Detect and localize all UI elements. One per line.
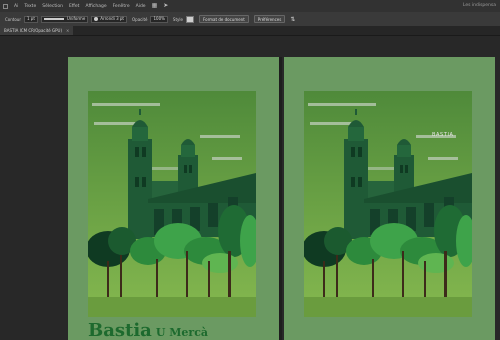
- close-tab-icon[interactable]: ×: [66, 28, 69, 33]
- stroke-weight-field[interactable]: 1 pt: [23, 15, 38, 23]
- poster-title-main: Bastia: [88, 320, 152, 340]
- style-label: Style: [172, 16, 183, 22]
- menu-item-effet[interactable]: Effet: [69, 4, 79, 9]
- menu-item-texte[interactable]: Texte: [24, 4, 36, 9]
- document-format-button[interactable]: Format de document: [198, 15, 249, 23]
- preferences-button[interactable]: Préférences: [253, 15, 286, 23]
- send-icon[interactable]: ➤: [163, 3, 168, 9]
- document-tab[interactable]: BASTIA ICM CR/Opacité GPU) ×: [0, 26, 74, 35]
- bastia-illustration-copy: [304, 91, 472, 317]
- menu-bar: Ai Texte Sélection Effet Affichage Fenêt…: [0, 0, 500, 12]
- artboard-divider: [279, 57, 282, 340]
- opacity-field[interactable]: 100%: [150, 15, 168, 23]
- artboard-2[interactable]: BASTIA: [284, 57, 495, 340]
- workspace-label[interactable]: Les indispensa: [463, 3, 496, 8]
- document-tab-label: BASTIA ICM CR/Opacité GPU): [4, 28, 63, 33]
- control-bar: Contour 1 pt Uniforme Arrondi 3 pt Opaci…: [0, 12, 500, 26]
- stroke-label: Contour: [5, 16, 21, 22]
- bastia-illustration: [88, 91, 256, 317]
- poster-title: Bastia U Mercà: [88, 320, 208, 340]
- brush-dropdown[interactable]: Arrondi 3 pt: [91, 15, 127, 23]
- menu-item-fenetre[interactable]: Fenêtre: [113, 4, 130, 9]
- arrange-icon[interactable]: ⇅: [290, 16, 295, 23]
- poster-title-sub: U Mercà: [155, 326, 209, 339]
- app-logo-icon: [3, 3, 8, 9]
- grid-icon[interactable]: ▦: [152, 3, 158, 9]
- menu-item-selection[interactable]: Sélection: [42, 4, 63, 9]
- menu-item-affichage[interactable]: Affichage: [85, 4, 106, 9]
- canvas-area[interactable]: Bastia U Mercà BASTIA: [0, 36, 500, 340]
- artboard-1[interactable]: Bastia U Mercà: [68, 57, 279, 340]
- bastia-label: BASTIA: [432, 132, 454, 138]
- menu-item-aide[interactable]: Aide: [136, 4, 146, 9]
- menu-item-ai[interactable]: Ai: [14, 4, 18, 9]
- opacity-label: Opacité: [132, 16, 148, 22]
- stroke-style-dropdown[interactable]: Uniforme: [40, 15, 89, 23]
- style-swatch[interactable]: [185, 15, 194, 23]
- document-tab-bar: BASTIA ICM CR/Opacité GPU) ×: [0, 26, 500, 36]
